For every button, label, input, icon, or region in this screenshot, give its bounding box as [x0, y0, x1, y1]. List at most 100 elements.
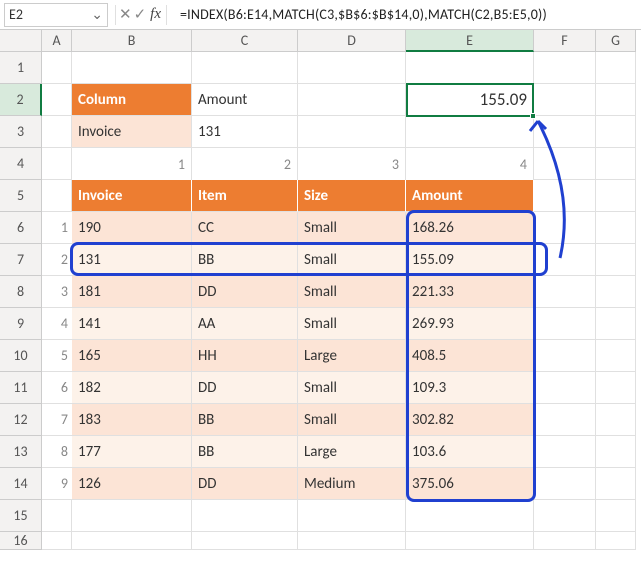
cell[interactable]	[596, 84, 636, 116]
column-label[interactable]: Column	[72, 84, 192, 116]
confirm-icon[interactable]: ✓	[134, 5, 147, 24]
result-cell[interactable]: 155.09	[406, 84, 534, 116]
cell[interactable]	[596, 372, 636, 404]
table-cell[interactable]: 168.26	[406, 212, 534, 244]
cell[interactable]	[534, 180, 596, 212]
cell[interactable]	[596, 340, 636, 372]
table-header[interactable]: Invoice	[72, 180, 192, 212]
invoice-label[interactable]: Invoice	[72, 116, 192, 148]
left-index[interactable]: 3	[42, 276, 72, 308]
table-cell[interactable]: 131	[72, 244, 192, 276]
table-cell[interactable]: DD	[192, 276, 298, 308]
cell[interactable]	[406, 116, 534, 148]
cell[interactable]	[42, 52, 72, 84]
cell[interactable]	[72, 500, 192, 532]
cell[interactable]	[534, 372, 596, 404]
cell[interactable]	[192, 500, 298, 532]
table-cell[interactable]: 109.3	[406, 372, 534, 404]
left-index[interactable]: 6	[42, 372, 72, 404]
table-cell[interactable]: BB	[192, 404, 298, 436]
cell[interactable]	[534, 116, 596, 148]
table-cell[interactable]: 181	[72, 276, 192, 308]
row-header[interactable]: 8	[0, 276, 42, 308]
cell[interactable]	[42, 148, 72, 180]
row-header[interactable]: 2	[0, 84, 42, 116]
table-cell[interactable]: CC	[192, 212, 298, 244]
col-header-A[interactable]: A	[42, 30, 72, 52]
table-cell[interactable]: Large	[298, 436, 406, 468]
top-index[interactable]: 3	[298, 148, 406, 180]
row-header[interactable]: 9	[0, 308, 42, 340]
cell[interactable]	[596, 404, 636, 436]
invoice-value[interactable]: 131	[192, 116, 298, 148]
formula-input[interactable]: =INDEX(B6:E14,MATCH(C3,$B$6:$B$14,0),MAT…	[174, 6, 637, 23]
left-index[interactable]: 2	[42, 244, 72, 276]
fill-handle[interactable]	[530, 113, 536, 119]
table-header[interactable]: Size	[298, 180, 406, 212]
table-cell[interactable]: 165	[72, 340, 192, 372]
col-header-E[interactable]: E	[406, 30, 534, 52]
row-header[interactable]: 10	[0, 340, 42, 372]
cell[interactable]	[596, 180, 636, 212]
table-cell[interactable]: Small	[298, 372, 406, 404]
cell[interactable]	[72, 52, 192, 84]
fx-icon[interactable]: fx	[148, 6, 163, 23]
table-cell[interactable]: BB	[192, 436, 298, 468]
table-cell[interactable]: 190	[72, 212, 192, 244]
cell[interactable]	[596, 52, 636, 84]
table-cell[interactable]: 221.33	[406, 276, 534, 308]
table-cell[interactable]: Medium	[298, 468, 406, 500]
cell[interactable]	[42, 500, 72, 532]
table-cell[interactable]: 177	[72, 436, 192, 468]
left-index[interactable]: 5	[42, 340, 72, 372]
table-cell[interactable]: Small	[298, 404, 406, 436]
table-cell[interactable]: Small	[298, 244, 406, 276]
cell[interactable]	[596, 436, 636, 468]
cell[interactable]	[534, 148, 596, 180]
col-header-F[interactable]: F	[534, 30, 596, 52]
row-header[interactable]: 6	[0, 212, 42, 244]
row-header[interactable]: 7	[0, 244, 42, 276]
cell[interactable]	[534, 308, 596, 340]
table-cell[interactable]: BB	[192, 244, 298, 276]
cell[interactable]	[534, 52, 596, 84]
cell[interactable]	[534, 276, 596, 308]
row-header[interactable]: 15	[0, 500, 42, 532]
table-cell[interactable]: 155.09	[406, 244, 534, 276]
table-cell[interactable]: DD	[192, 372, 298, 404]
select-all-corner[interactable]	[0, 30, 42, 52]
cell[interactable]	[596, 500, 636, 532]
chevron-down-icon[interactable]: ⌄	[91, 6, 103, 23]
cell[interactable]	[72, 532, 192, 550]
row-header[interactable]: 5	[0, 180, 42, 212]
cell[interactable]	[596, 276, 636, 308]
cell[interactable]	[42, 84, 72, 116]
cell[interactable]	[406, 500, 534, 532]
cell[interactable]	[534, 84, 596, 116]
top-index[interactable]: 4	[406, 148, 534, 180]
table-cell[interactable]: DD	[192, 468, 298, 500]
cell[interactable]	[534, 500, 596, 532]
row-header[interactable]: 3	[0, 116, 42, 148]
table-cell[interactable]: 103.6	[406, 436, 534, 468]
cell[interactable]	[596, 148, 636, 180]
table-cell[interactable]: Small	[298, 276, 406, 308]
cell[interactable]	[298, 500, 406, 532]
col-header-B[interactable]: B	[72, 30, 192, 52]
row-header[interactable]: 11	[0, 372, 42, 404]
left-index[interactable]: 1	[42, 212, 72, 244]
cell[interactable]	[534, 212, 596, 244]
table-cell[interactable]: Small	[298, 212, 406, 244]
top-index[interactable]: 2	[192, 148, 298, 180]
col-header-G[interactable]: G	[596, 30, 636, 52]
table-cell[interactable]: 141	[72, 308, 192, 340]
row-header[interactable]: 4	[0, 148, 42, 180]
row-header[interactable]: 16	[0, 532, 42, 550]
table-cell[interactable]: 302.82	[406, 404, 534, 436]
cell[interactable]	[534, 340, 596, 372]
cell[interactable]	[42, 116, 72, 148]
cell[interactable]	[596, 532, 636, 550]
table-cell[interactable]: HH	[192, 340, 298, 372]
cell[interactable]	[534, 532, 596, 550]
left-index[interactable]: 8	[42, 436, 72, 468]
